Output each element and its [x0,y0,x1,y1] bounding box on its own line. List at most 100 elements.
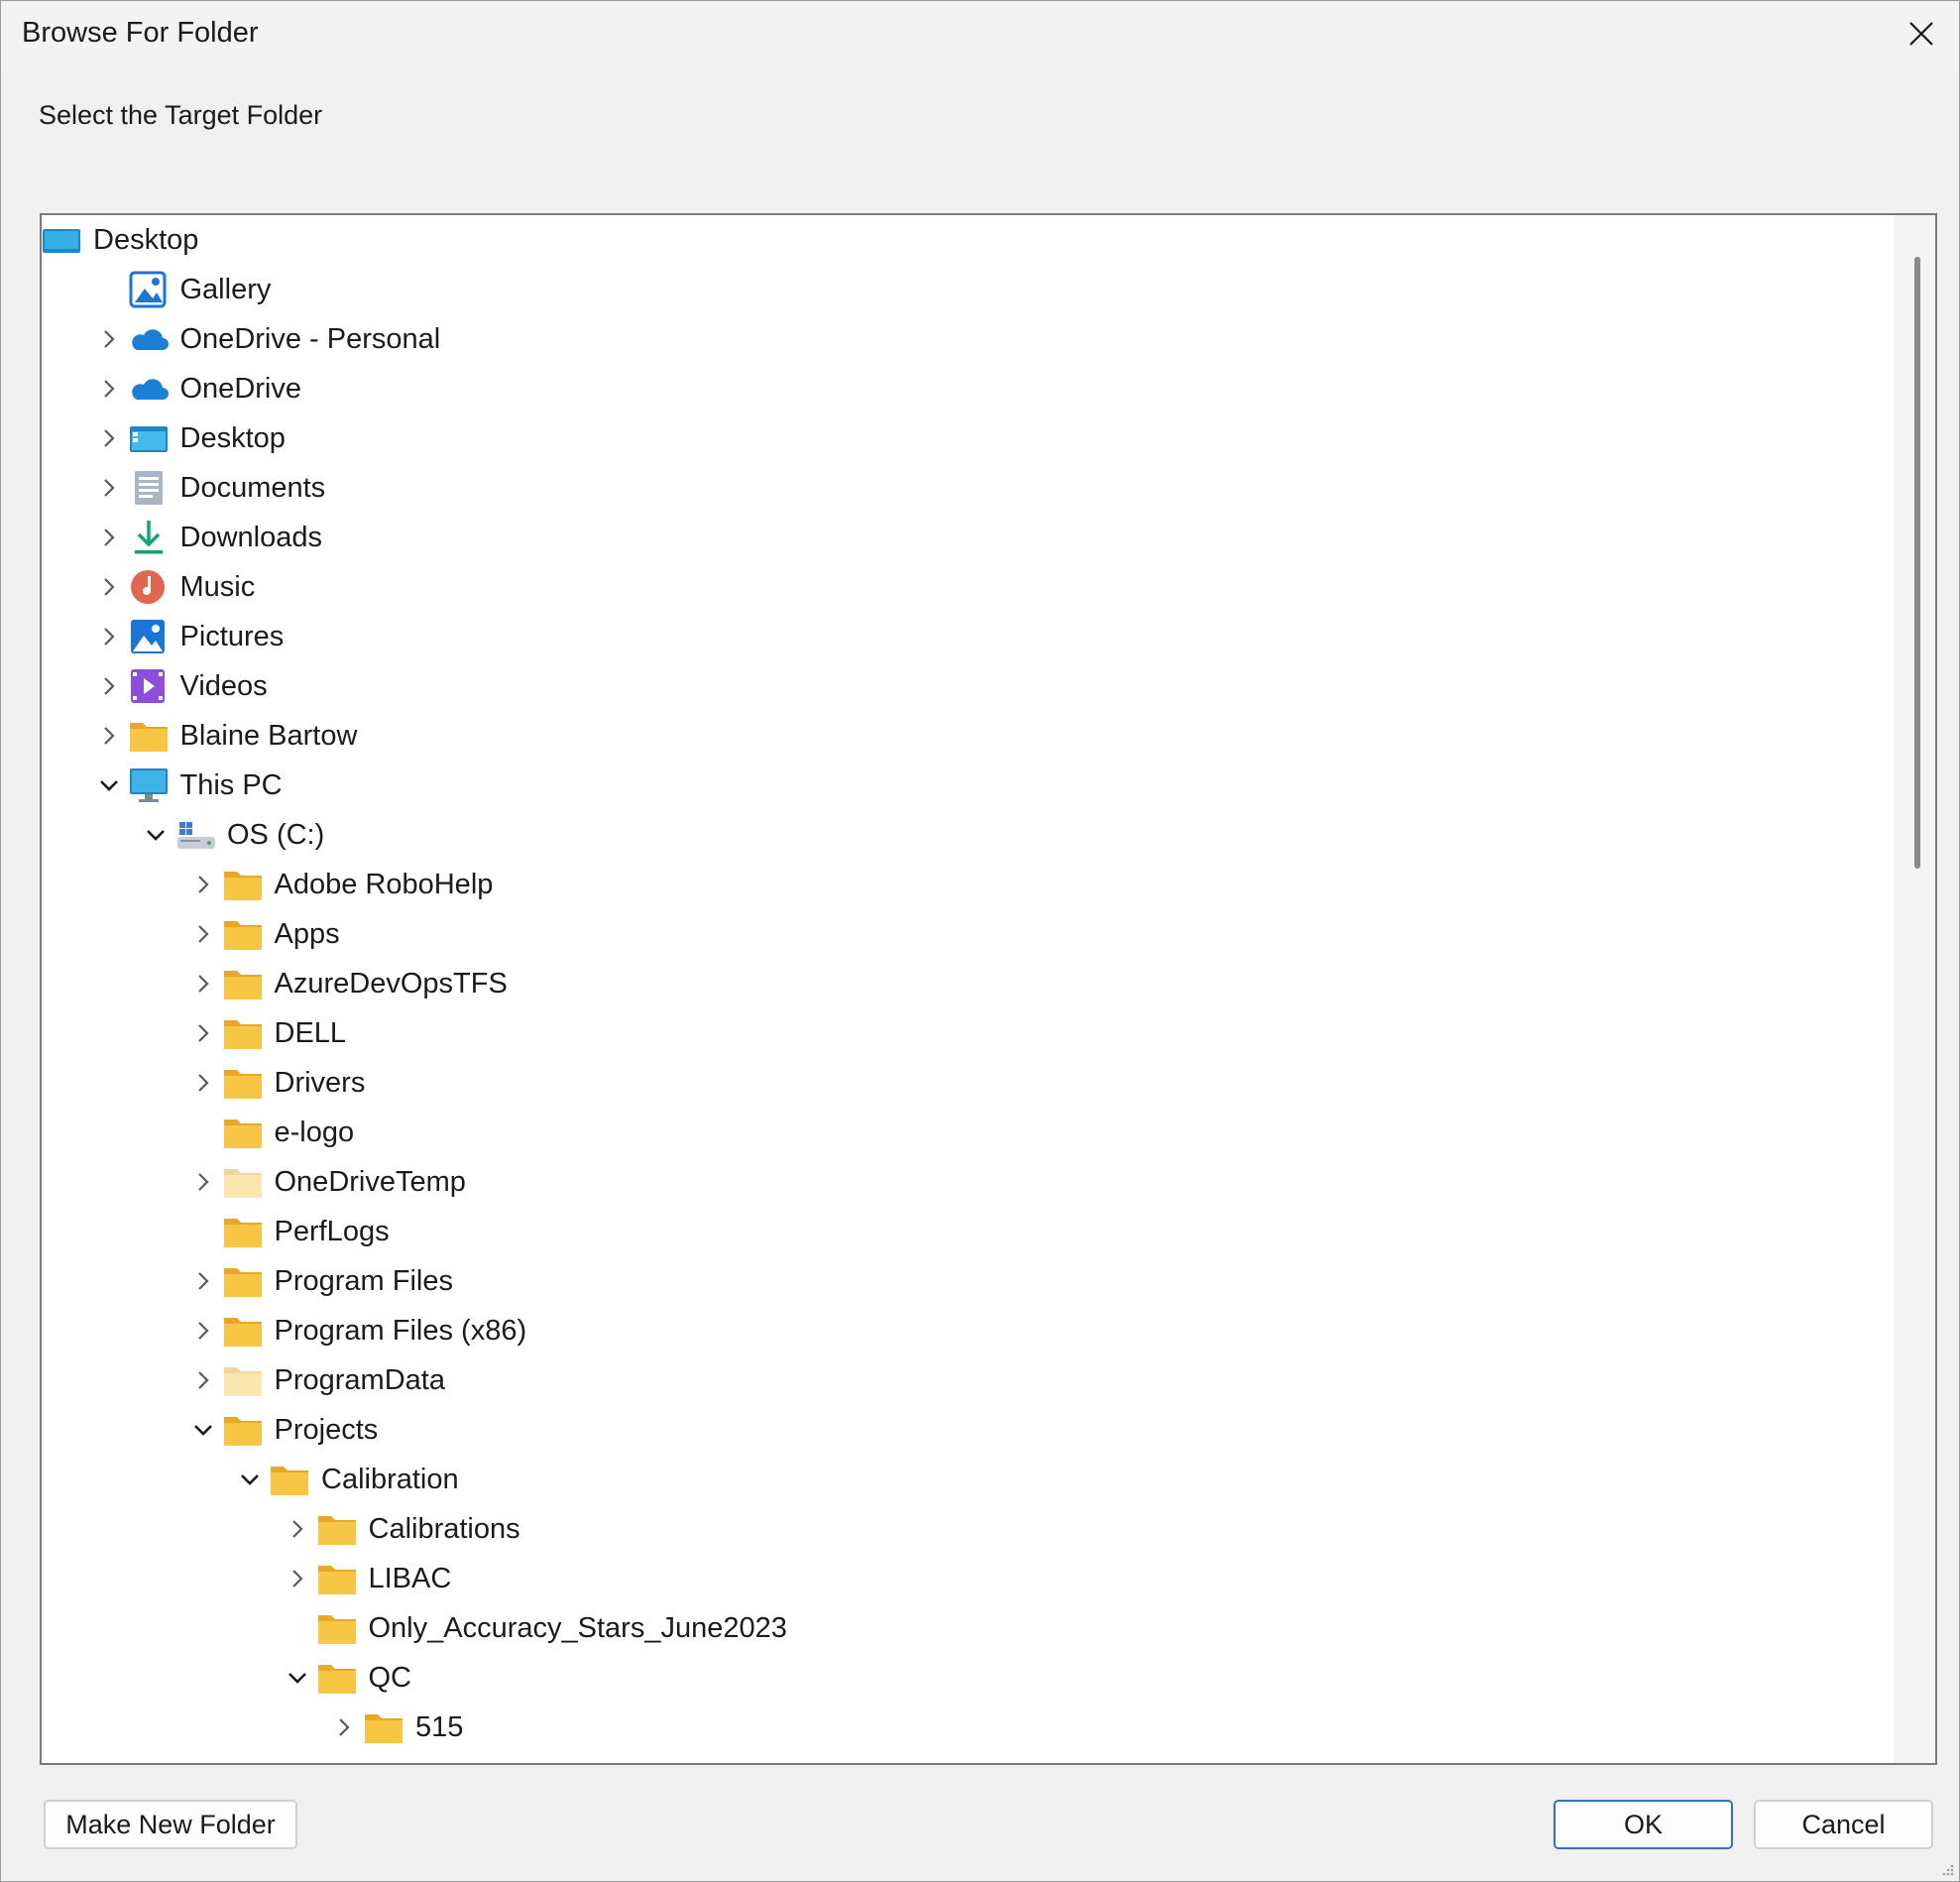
scrollbar-thumb[interactable] [1914,257,1920,869]
tree-item[interactable]: PerfLogs [42,1207,1894,1256]
tree-item[interactable]: Documents [42,463,1894,513]
chevron-right-icon[interactable] [183,1008,223,1058]
tree-item[interactable]: OneDrive - Personal [42,314,1894,364]
tree-item-label: Only_Accuracy_Stars_June2023 [368,1611,787,1644]
chevron-right-icon[interactable] [89,562,129,612]
tree-item[interactable]: Downloads [42,513,1894,562]
tree-item-label: Desktop [93,223,199,256]
tree-item-label: OneDrive [179,372,302,405]
drive-icon [175,810,219,860]
tree-item[interactable] [42,1752,1894,1763]
chevron-right-icon[interactable] [278,1504,317,1554]
tree-item[interactable]: Blaine Bartow [42,711,1894,761]
folder-icon [364,1752,407,1763]
folder-tree[interactable]: Desktop Gallery OneDrive - Personal OneDriv… [40,213,1937,1765]
tree-item[interactable]: LIBAC [42,1554,1894,1603]
chevron-right-icon[interactable] [183,1306,223,1355]
tree-item-label: Downloads [179,521,322,553]
tree-item-label: Adobe RoboHelp [274,868,494,900]
close-icon [1909,22,1933,46]
desktop-icon [42,215,85,265]
folder-icon [317,1554,361,1603]
chevron-down-icon[interactable] [89,761,129,810]
folder-icon [223,1256,267,1306]
tree-item-label: Program Files (x86) [274,1314,527,1347]
tree-item[interactable]: Desktop [42,413,1894,463]
chevron-right-icon[interactable] [89,364,129,413]
tree-item[interactable]: Projects [42,1405,1894,1455]
close-button[interactable] [1884,1,1959,66]
chevron-right-icon[interactable] [183,909,223,959]
chevron-down-icon[interactable] [230,1455,270,1504]
tree-item[interactable]: Calibration [42,1455,1894,1504]
tree-item[interactable]: Videos [42,661,1894,711]
folder-icon [223,1058,267,1108]
chevron-down-icon[interactable] [183,1405,223,1455]
chevron-right-icon[interactable] [89,413,129,463]
make-new-folder-button[interactable]: Make New Folder [44,1800,297,1849]
tree-item[interactable]: OS (C:) [42,810,1894,860]
tree-item[interactable]: Pictures [42,612,1894,661]
tree-item-label: Calibration [321,1463,459,1495]
tree-item[interactable]: Adobe RoboHelp [42,860,1894,909]
chevron-right-icon[interactable] [89,612,129,661]
tree-item-label: Program Files [274,1264,454,1297]
chevron-right-icon[interactable] [183,959,223,1008]
chevron-right-icon[interactable] [183,1256,223,1306]
tree-item[interactable]: Drivers [42,1058,1894,1108]
tree-item-label: AzureDevOpsTFS [274,967,508,1000]
chevron-right-icon[interactable] [278,1554,317,1603]
tree-item-label: 515 [415,1710,464,1743]
chevron-right-icon[interactable] [324,1703,364,1752]
tree-item[interactable]: OneDrive [42,364,1894,413]
chevron-down-icon[interactable] [136,810,175,860]
chevron-right-icon[interactable] [89,314,129,364]
pictures-icon [129,612,173,661]
folder-icon [317,1653,361,1703]
tree-item[interactable]: Only_Accuracy_Stars_June2023 [42,1603,1894,1653]
cancel-button[interactable]: Cancel [1754,1800,1933,1849]
folder-icon [223,909,267,959]
folder-icon [129,711,173,761]
tree-item-label: Documents [179,471,326,504]
tree-item[interactable]: Apps [42,909,1894,959]
tree-item-label: Desktop [179,421,286,454]
tree-item[interactable]: QC [42,1653,1894,1703]
resize-grip-icon[interactable] [1939,1861,1955,1877]
chevron-right-icon[interactable] [89,463,129,513]
chevron-right-icon[interactable] [183,1157,223,1207]
tree-item-label: e-logo [274,1116,355,1148]
documents-icon [129,463,173,513]
chevron-right-icon[interactable] [89,513,129,562]
tree-item[interactable]: DELL [42,1008,1894,1058]
chevron-right-icon[interactable] [89,661,129,711]
tree-item[interactable]: ProgramData [42,1355,1894,1405]
gallery-icon [129,265,173,314]
tree-item[interactable]: OneDriveTemp [42,1157,1894,1207]
chevron-down-icon[interactable] [278,1653,317,1703]
ok-button[interactable]: OK [1554,1800,1733,1849]
chevron-right-icon[interactable] [89,711,129,761]
hidden-folder-icon [223,1157,267,1207]
chevron-right-icon[interactable] [183,1355,223,1405]
vertical-scrollbar[interactable] [1894,215,1935,1763]
videos-icon [129,661,173,711]
tree-item[interactable]: e-logo [42,1108,1894,1157]
tree-item[interactable]: Calibrations [42,1504,1894,1554]
tree-item[interactable]: Music [42,562,1894,612]
tree-item[interactable]: 515 [42,1703,1894,1752]
chevron-right-icon[interactable] [183,860,223,909]
tree-item[interactable]: Gallery [42,265,1894,314]
tree-item[interactable]: Desktop [42,215,1894,265]
download-icon [129,513,173,562]
folder-icon [317,1603,361,1653]
tree-item[interactable]: Program Files (x86) [42,1306,1894,1355]
title-bar: Browse For Folder [1,1,1959,72]
folder-icon [223,1008,267,1058]
chevron-right-icon[interactable] [183,1058,223,1108]
tree-item[interactable]: Program Files [42,1256,1894,1306]
tree-item[interactable]: AzureDevOpsTFS [42,959,1894,1008]
tree-item[interactable]: This PC [42,761,1894,810]
